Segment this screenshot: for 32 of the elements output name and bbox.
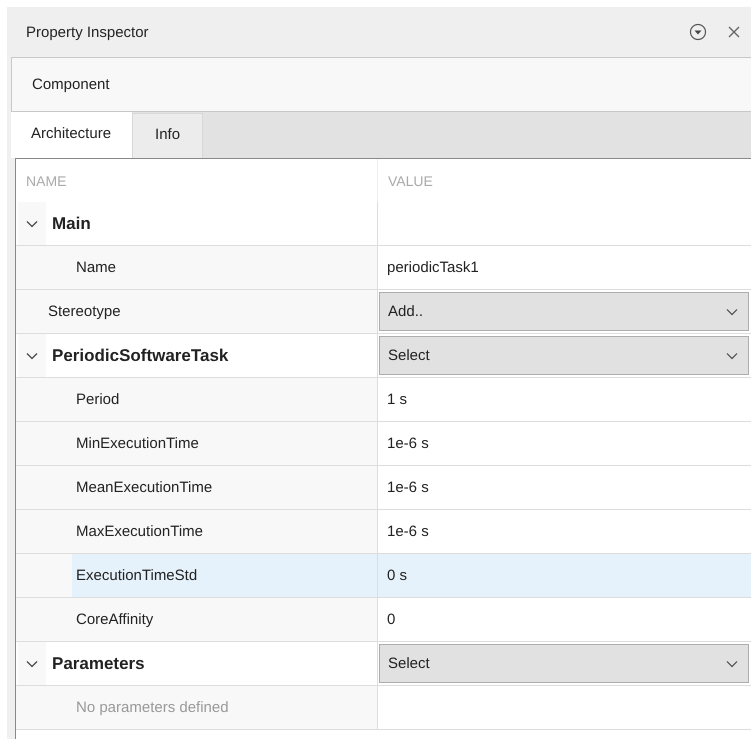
property-value[interactable]: 1e-6 s: [379, 479, 429, 496]
dropdown[interactable]: Add..: [379, 292, 749, 331]
property-label[interactable]: CoreAffinity: [44, 611, 154, 628]
property-value[interactable]: 1e-6 s: [379, 523, 429, 540]
property-label[interactable]: Period: [44, 391, 120, 408]
property-label[interactable]: MinExecutionTime: [44, 435, 199, 452]
property-value[interactable]: 1 s: [379, 391, 408, 408]
chevron-down-icon: [726, 660, 738, 668]
property-label[interactable]: MaxExecutionTime: [44, 523, 203, 540]
tab[interactable]: Info: [132, 113, 204, 158]
group-label: PeriodicSoftwareTask: [51, 346, 228, 366]
property-value[interactable]: 1e-6 s: [379, 435, 429, 452]
close-icon[interactable]: [727, 25, 741, 39]
panel-title: Property Inspector: [26, 24, 149, 40]
group-label: Parameters: [51, 654, 145, 674]
column-header: VALUE: [387, 172, 433, 190]
chevron-down-icon: [726, 352, 738, 360]
property-label[interactable]: Stereotype: [16, 303, 121, 320]
dropdown[interactable]: Select: [379, 644, 749, 683]
group-label: Main: [51, 214, 91, 234]
component-header: Component: [11, 57, 751, 112]
property-value[interactable]: 0: [379, 611, 396, 628]
property-value[interactable]: periodicTask1: [379, 259, 479, 276]
property-label[interactable]: MeanExecutionTime: [44, 479, 212, 496]
property-label[interactable]: ExecutionTimeStd: [72, 554, 377, 597]
property-label[interactable]: Name: [44, 259, 116, 276]
tab[interactable]: Architecture: [11, 112, 132, 158]
property-value[interactable]: 0 s: [379, 567, 408, 584]
empty-message: No parameters defined: [75, 699, 229, 716]
dropdown-menu-icon[interactable]: [689, 23, 707, 41]
chevron-down-icon: [726, 308, 738, 316]
dropdown[interactable]: Select: [379, 336, 749, 375]
